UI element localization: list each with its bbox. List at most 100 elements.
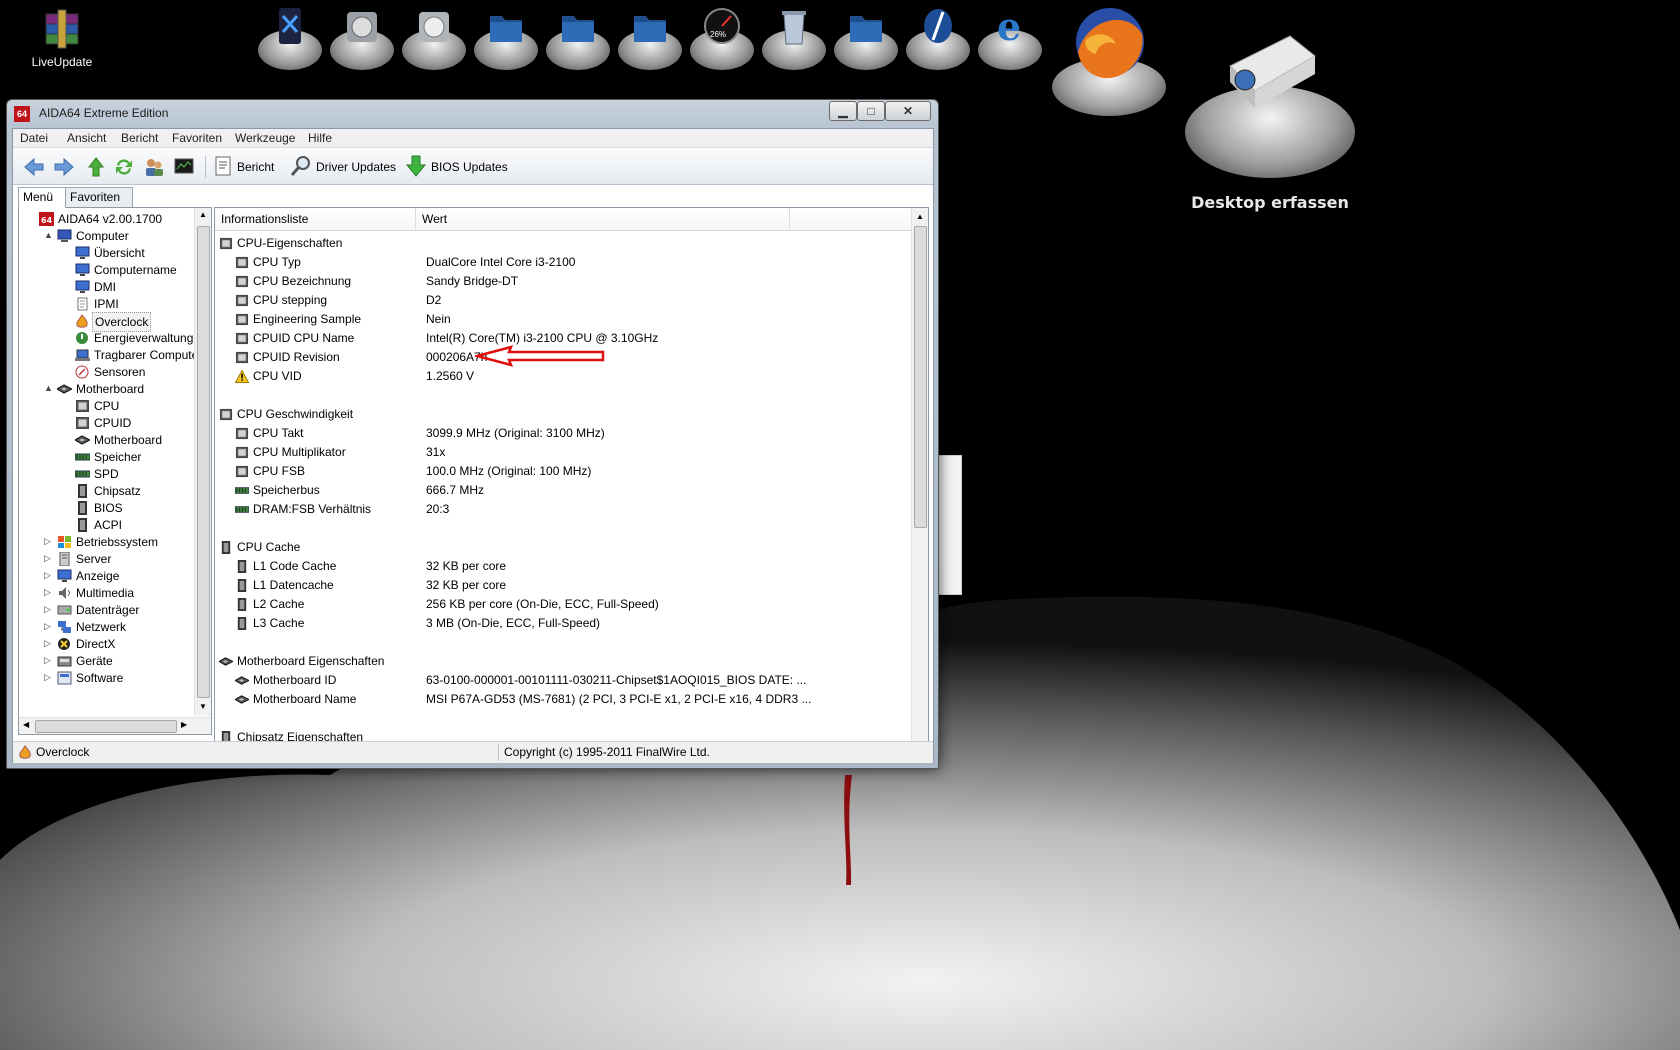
tree-expander-icon[interactable]: ▲ [44, 231, 53, 240]
pen-dock-icon[interactable] [904, 4, 970, 74]
tree-expander-icon[interactable]: ▲ [44, 384, 53, 393]
tree-item-label: Energieverwaltung [94, 331, 194, 345]
harddisk-dock-icon[interactable] [328, 4, 394, 74]
tab-favorites[interactable]: Favoriten [65, 187, 133, 207]
folder2-dock-icon[interactable] [544, 4, 610, 74]
scroll-left-arrow[interactable]: ◀ [23, 720, 29, 729]
table-row[interactable]: CPU FSB 100.0 MHz (Original: 100 MHz) [219, 462, 899, 481]
chipset-icon [221, 541, 231, 554]
folder-dock-icon[interactable] [472, 4, 538, 74]
liveupdate-desktop-icon[interactable]: LiveUpdate [22, 8, 102, 69]
driver-updates-button[interactable]: Driver Updates [288, 154, 398, 178]
tree-item-label: ACPI [94, 518, 123, 532]
table-row[interactable]: L1 Datencache 32 KB per core [219, 576, 899, 595]
chip-icon [235, 465, 249, 478]
tree-expander-icon[interactable]: ▷ [44, 588, 53, 597]
up-arrow-icon[interactable] [85, 156, 107, 178]
tree-expander-icon[interactable]: ▷ [44, 639, 53, 648]
table-row[interactable]: DRAM:FSB Verhältnis 20:3 [219, 500, 899, 519]
column-informationsliste[interactable]: Informationsliste [215, 208, 416, 230]
desktop-capture-icon[interactable] [1180, 16, 1360, 186]
close-button[interactable]: ✕ [885, 101, 931, 121]
scroll-hthumb[interactable] [35, 720, 177, 733]
chip-icon [235, 313, 249, 326]
software-icon [57, 671, 72, 685]
winrar-icon [45, 9, 79, 49]
table-row[interactable]: Engineering Sample Nein [219, 310, 899, 329]
column-wert[interactable]: Wert [416, 208, 790, 230]
computer-dock-icon[interactable] [256, 4, 322, 74]
scroll-down-arrow[interactable]: ▼ [199, 702, 207, 711]
menu-bar: Datei Ansicht Bericht Favoriten Werkzeug… [13, 129, 933, 148]
row-name: CPU stepping [253, 293, 328, 307]
table-row[interactable]: L3 Cache 3 MB (On-Die, ECC, Full-Speed) [219, 614, 899, 633]
scroll-thumb[interactable] [197, 226, 210, 698]
monitor-icon [75, 280, 90, 293]
tree-item-label: Motherboard [76, 382, 145, 396]
menu-hilfe[interactable]: Hilfe [308, 131, 332, 145]
menu-ansicht[interactable]: Ansicht [67, 131, 106, 145]
tree-horizontal-scrollbar[interactable]: ◀ ▶ [19, 717, 211, 734]
report-button[interactable]: Bericht [211, 154, 283, 178]
tree-expander-icon[interactable]: ▷ [44, 571, 53, 580]
tree-item-label: CPUID [94, 416, 132, 430]
table-row[interactable]: CPU stepping D2 [219, 291, 899, 310]
menu-favoriten[interactable]: Favoriten [172, 131, 222, 145]
scroll-right-arrow[interactable]: ▶ [181, 720, 187, 729]
tree-expander-icon[interactable]: ▷ [44, 673, 53, 682]
gauge-dock-icon[interactable]: 26% [688, 4, 754, 74]
table-row[interactable]: Speicherbus 666.7 MHz [219, 481, 899, 500]
tree-expander-icon[interactable]: ▷ [44, 537, 53, 546]
chip-icon [235, 332, 249, 345]
table-row[interactable]: CPU Bezeichnung Sandy Bridge-DT [219, 272, 899, 291]
devices-icon [57, 656, 72, 667]
users-icon[interactable] [143, 156, 165, 178]
toolbar: Bericht Driver Updates BIOS Updates [13, 148, 933, 185]
row-value: 256 KB per core (On-Die, ECC, Full-Speed… [426, 597, 659, 611]
list-scroll-up-arrow[interactable]: ▲ [916, 212, 924, 221]
row-name: L2 Cache [253, 597, 305, 611]
monitor-screen-icon[interactable] [173, 156, 195, 178]
table-row[interactable]: L1 Code Cache 32 KB per core [219, 557, 899, 576]
list-scroll-thumb[interactable] [914, 226, 927, 528]
table-row[interactable]: CPU Takt 3099.9 MHz (Original: 3100 MHz) [219, 424, 899, 443]
forward-arrow-icon[interactable] [53, 156, 75, 178]
table-row[interactable]: Motherboard Name MSI P67A-GD53 (MS-7681) … [219, 690, 899, 709]
menu-datei[interactable]: Datei [20, 131, 48, 145]
tree-item-label: CPU [94, 399, 120, 413]
tab-menu[interactable]: Menü [18, 187, 66, 208]
minimize-button[interactable]: ▁ [829, 101, 857, 121]
tree-vertical-scrollbar[interactable]: ▲ ▼ [194, 208, 211, 716]
menu-bericht[interactable]: Bericht [121, 131, 158, 145]
scroll-up-arrow[interactable]: ▲ [199, 210, 207, 219]
tree-item-label: Computer [76, 229, 129, 243]
table-row[interactable]: CPU Typ DualCore Intel Core i3-2100 [219, 253, 899, 272]
recycle-bin-dock-icon[interactable] [760, 4, 826, 74]
table-row[interactable]: CPU VID 1.2560 V [219, 367, 899, 386]
information-list: Informationsliste Wert CPU-Eigenschaften… [214, 207, 929, 762]
back-arrow-icon[interactable] [23, 156, 45, 178]
bios-updates-button[interactable]: BIOS Updates [403, 154, 513, 178]
folder3-dock-icon[interactable] [616, 4, 682, 74]
memory-icon [235, 487, 249, 494]
table-row[interactable]: CPU Multiplikator 31x [219, 443, 899, 462]
tree-expander-icon[interactable]: ▷ [44, 622, 53, 631]
tree-item-label: Computername [94, 263, 177, 277]
table-row[interactable]: Motherboard ID 63-0100-000001-00101111-03… [219, 671, 899, 690]
refresh-icon[interactable] [113, 156, 135, 178]
table-row[interactable]: L2 Cache 256 KB per core (On-Die, ECC, Fu… [219, 595, 899, 614]
tree-expander-icon[interactable]: ▷ [44, 554, 53, 563]
tree-expander-icon[interactable]: ▷ [44, 605, 53, 614]
title-bar[interactable]: 64 AIDA64 Extreme Edition ▁ □ ✕ [7, 100, 938, 127]
folder4-dock-icon[interactable] [832, 4, 898, 74]
harddisk2-dock-icon[interactable] [400, 4, 466, 74]
internet-explorer-dock-icon[interactable]: e [976, 4, 1042, 74]
menu-werkzeuge[interactable]: Werkzeuge [235, 131, 295, 145]
tree-expander-icon[interactable]: ▷ [44, 656, 53, 665]
chip-icon [235, 294, 249, 307]
motherboard-icon [75, 435, 90, 445]
list-vertical-scrollbar[interactable]: ▲ ▼ [911, 208, 928, 761]
maximize-button[interactable]: □ [857, 101, 885, 121]
firefox-desktop-icon[interactable] [1050, 0, 1170, 122]
row-name: CPU FSB [253, 464, 306, 478]
